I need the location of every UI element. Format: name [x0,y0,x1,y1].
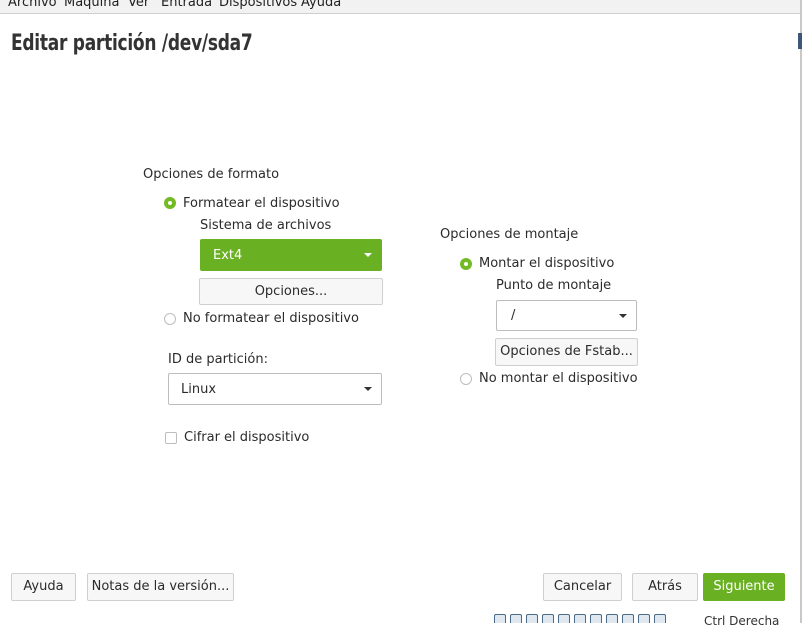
cancel-button[interactable]: Cancelar [543,573,622,601]
next-button[interactable]: Siguiente [703,573,785,601]
format-options-heading: Opciones de formato [143,167,280,182]
page-title: Editar partición /dev/sda7 [11,31,253,56]
cpu-icon[interactable] [622,614,634,623]
back-button[interactable]: Atrás [632,573,698,601]
audio-icon[interactable] [526,614,538,623]
menu-archivo[interactable]: Archivo [8,0,57,10]
mount-point-label: Punto de montaje [496,278,612,293]
format-device-label[interactable]: Formatear el dispositivo [183,196,340,211]
chevron-down-icon [364,253,372,257]
shared-folder-icon[interactable] [574,614,586,623]
mouse-icon[interactable] [638,614,650,623]
scroll-indicator [798,33,802,49]
menu-maquina[interactable]: Máquina [64,0,120,10]
recording-icon[interactable] [606,614,618,623]
mount-options-heading: Opciones de montaje [440,227,579,242]
no-mount-label[interactable]: No montar el dispositivo [479,371,638,386]
mount-point-select[interactable]: / [496,300,637,331]
partition-id-select[interactable]: Linux [168,373,382,405]
menu-ver[interactable]: Ver [128,0,149,10]
fstab-options-button[interactable]: Opciones de Fstab... [495,338,638,366]
filesystem-value: Ext4 [213,248,243,263]
menu-dispositivos[interactable]: Dispositivos [219,0,297,10]
usb-icon[interactable] [558,614,570,623]
network-icon[interactable] [542,614,554,623]
statusbar-icons [494,614,670,623]
no-format-radio[interactable] [164,313,176,325]
mount-point-value: / [511,308,516,323]
help-button[interactable]: Ayuda [11,573,76,601]
no-mount-radio[interactable] [460,373,472,385]
chevron-down-icon [364,387,372,391]
encrypt-checkbox[interactable] [165,432,177,444]
keyboard-icon[interactable] [654,614,666,623]
partition-id-label: ID de partición: [168,352,268,367]
no-format-label[interactable]: No formatear el dispositivo [183,311,359,326]
chevron-down-icon [619,313,627,318]
mount-device-radio[interactable] [460,258,472,270]
menubar: Archivo Máquina Ver Entrada Dispositivos… [0,0,800,14]
host-key-label: Ctrl Derecha [704,614,780,628]
display-icon[interactable] [590,614,602,623]
filesystem-label: Sistema de archivos [200,218,332,233]
format-device-radio[interactable] [164,197,176,209]
encrypt-label[interactable]: Cifrar el dispositivo [184,430,309,445]
menu-ayuda[interactable]: Ayuda [301,0,341,10]
optical-icon[interactable] [510,614,522,623]
partition-id-value: Linux [181,382,217,397]
mount-device-label[interactable]: Montar el dispositivo [479,256,614,271]
disk-icon[interactable] [494,614,506,623]
filesystem-select[interactable]: Ext4 [200,239,382,271]
format-options-button[interactable]: Opciones... [199,278,383,305]
menu-entrada[interactable]: Entrada [161,0,212,10]
release-notes-button[interactable]: Notas de la versión... [87,573,234,601]
